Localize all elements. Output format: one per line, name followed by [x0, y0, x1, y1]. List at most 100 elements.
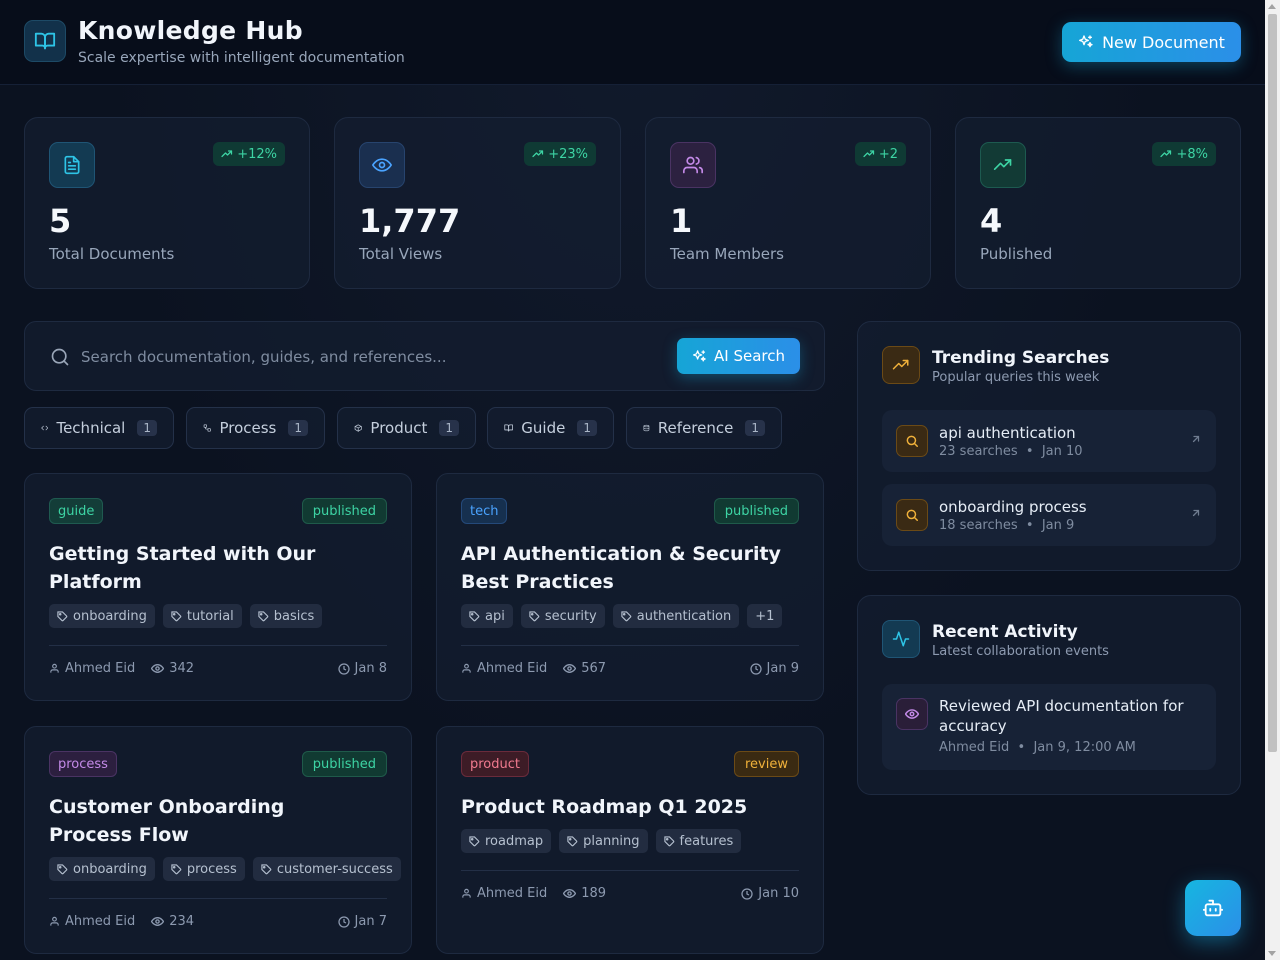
stat-label: Team Members — [670, 245, 784, 263]
filter-product[interactable]: Product 1 — [337, 407, 476, 449]
views: 189 — [563, 886, 606, 901]
document-card[interactable]: tech published API Authentication & Secu… — [436, 473, 824, 701]
date: Jan 7 — [337, 914, 387, 929]
user-icon — [50, 916, 59, 926]
tag[interactable]: authentication — [612, 604, 740, 628]
tag-list: api security authentication +1 — [461, 604, 783, 628]
views: 234 — [151, 914, 194, 929]
new-document-button[interactable]: New Document — [1062, 22, 1241, 62]
tag[interactable]: roadmap — [461, 829, 552, 853]
trending-item[interactable]: onboarding process 18 searches • Jan 9 — [882, 484, 1216, 546]
tag[interactable]: customer-success — [252, 857, 401, 881]
scroll-down-arrow-icon[interactable] — [1268, 951, 1276, 956]
scroll-up-arrow-icon[interactable] — [1268, 4, 1276, 9]
activity-icon — [882, 620, 920, 658]
trending-meta: 23 searches • Jan 10 — [939, 444, 1083, 459]
tag-icon — [529, 610, 540, 621]
vertical-scrollbar[interactable] — [1265, 0, 1280, 960]
category-badge: product — [461, 751, 530, 777]
code-icon — [41, 425, 49, 431]
tag-icon — [663, 835, 674, 846]
search-icon — [896, 499, 928, 531]
clock-icon — [741, 887, 753, 900]
tag[interactable]: security — [520, 604, 605, 628]
author: Ahmed Eid — [49, 914, 135, 929]
views: 567 — [563, 661, 606, 676]
tag-more[interactable]: +1 — [747, 604, 783, 628]
stat-card-published: +8% 4 Published — [955, 117, 1241, 289]
search-bar: AI Search — [24, 321, 825, 391]
search-input[interactable] — [81, 344, 661, 370]
tag[interactable]: tutorial — [162, 604, 242, 628]
filter-count: 1 — [288, 420, 308, 436]
tag-icon — [57, 863, 68, 874]
tag-icon — [469, 610, 480, 621]
category-badge: process — [49, 751, 117, 777]
filter-process[interactable]: Process 1 — [186, 407, 325, 449]
trending-up-icon — [863, 150, 874, 158]
tag[interactable]: api — [461, 604, 513, 628]
author: Ahmed Eid — [461, 661, 547, 676]
stat-change-badge: +23% — [524, 142, 596, 166]
clock-icon — [337, 915, 350, 928]
trending-up-icon — [1160, 150, 1172, 158]
filter-label: Process — [219, 419, 277, 437]
document-title[interactable]: Getting Started with Our Platform — [49, 540, 369, 596]
trending-meta: 18 searches • Jan 9 — [939, 518, 1075, 533]
stat-card-team: +2 1 Team Members — [645, 117, 931, 289]
tag-icon — [621, 610, 632, 621]
tag[interactable]: onboarding — [49, 857, 155, 881]
sparkles-icon — [1079, 35, 1093, 48]
ai-search-button[interactable]: AI Search — [677, 338, 800, 374]
tag-icon — [171, 863, 182, 874]
filter-technical[interactable]: Technical 1 — [24, 407, 174, 449]
tag[interactable]: process — [162, 857, 245, 881]
user-icon — [462, 663, 471, 673]
views: 342 — [151, 661, 194, 676]
arrow-up-right-icon — [1192, 509, 1200, 517]
tag-icon — [469, 835, 480, 846]
date: Jan 8 — [337, 661, 387, 676]
document-title[interactable]: API Authentication & Security Best Pract… — [461, 540, 781, 596]
document-title[interactable]: Customer Onboarding Process Flow — [49, 793, 369, 849]
eye-icon — [896, 698, 928, 730]
document-card[interactable]: process published Customer Onboarding Pr… — [24, 726, 412, 954]
filter-count: 1 — [439, 420, 459, 436]
trending-item[interactable]: api authentication 23 searches • Jan 10 — [882, 410, 1216, 472]
author: Ahmed Eid — [49, 661, 135, 676]
recent-activity-panel: Recent Activity Latest collaboration eve… — [857, 595, 1241, 795]
document-title[interactable]: Product Roadmap Q1 2025 — [461, 793, 801, 821]
ai-assistant-button[interactable] — [1185, 880, 1241, 936]
stat-change-badge: +8% — [1152, 142, 1216, 166]
eye-icon — [563, 889, 577, 898]
tag-icon — [258, 610, 269, 621]
document-card[interactable]: guide published Getting Started with Our… — [24, 473, 412, 701]
document-card[interactable]: product review Product Roadmap Q1 2025 r… — [436, 726, 824, 954]
user-icon — [50, 663, 59, 673]
stat-value: 1,777 — [359, 202, 461, 240]
document-meta: Ahmed Eid 342 Jan 8 — [49, 661, 387, 676]
tag[interactable]: basics — [249, 604, 323, 628]
tag[interactable]: onboarding — [49, 604, 155, 628]
trending-query: onboarding process — [939, 498, 1087, 516]
stat-card-views: +23% 1,777 Total Views — [334, 117, 621, 289]
filter-count: 1 — [137, 420, 157, 436]
panel-title: Trending Searches — [932, 348, 1110, 368]
status-badge: published — [713, 498, 799, 524]
filter-guide[interactable]: Guide 1 — [487, 407, 614, 449]
scrollbar-thumb[interactable] — [1268, 14, 1277, 752]
book-open-icon — [24, 20, 66, 62]
trending-query: api authentication — [939, 424, 1076, 442]
search-icon — [51, 348, 69, 366]
filter-reference[interactable]: Reference 1 — [626, 407, 782, 449]
page: Knowledge Hub Scale expertise with intel… — [0, 0, 1265, 960]
app-header: Knowledge Hub Scale expertise with intel… — [0, 0, 1265, 85]
activity-item[interactable]: Reviewed API documentation for accuracy … — [882, 684, 1216, 770]
tag-list: roadmap planning features — [461, 829, 742, 853]
panel-title: Recent Activity — [932, 622, 1078, 642]
divider — [461, 645, 799, 646]
clock-icon — [749, 662, 762, 675]
tag[interactable]: features — [655, 829, 742, 853]
stat-card-documents: +12% 5 Total Documents — [24, 117, 310, 289]
tag[interactable]: planning — [559, 829, 648, 853]
